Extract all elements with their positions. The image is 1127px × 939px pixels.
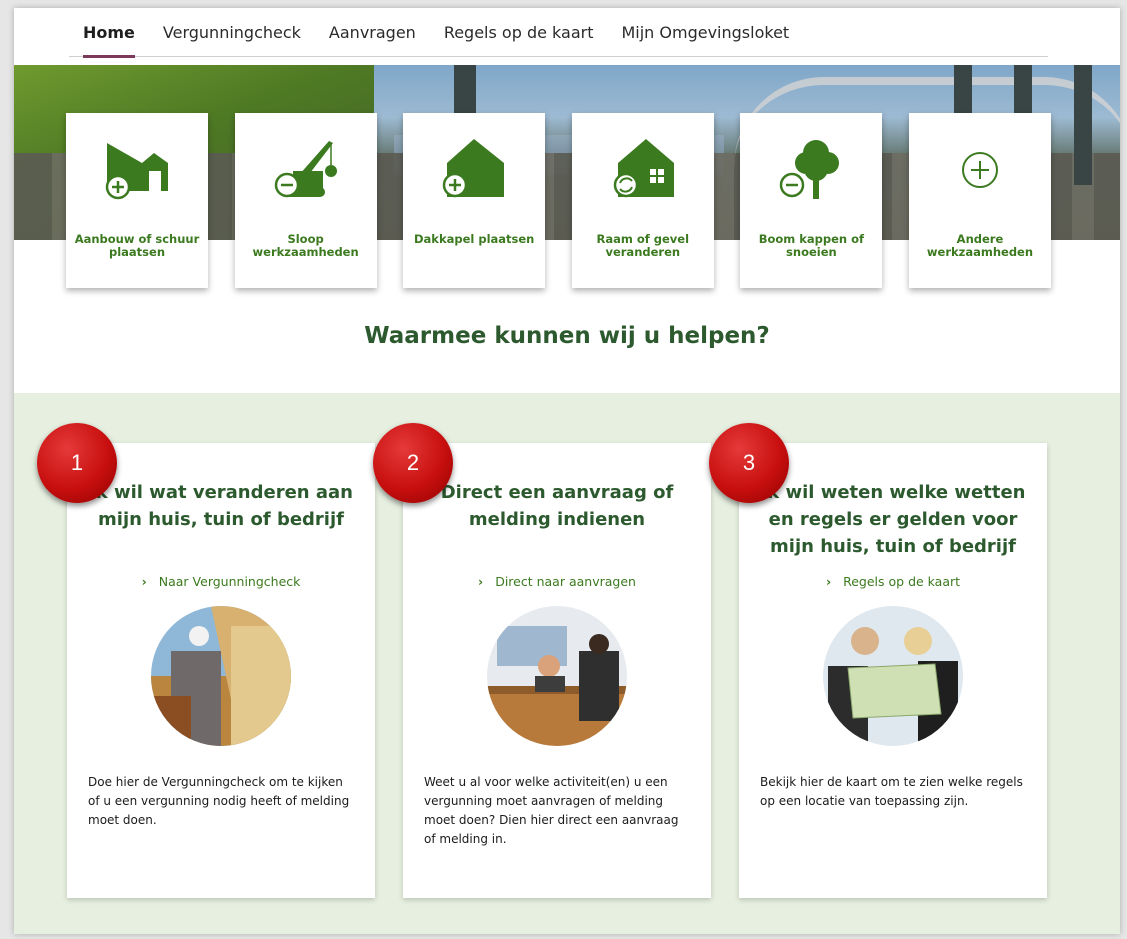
desk-counter-photo	[487, 606, 627, 746]
step-badge: 2	[373, 423, 453, 503]
nav-vergunningcheck[interactable]: Vergunningcheck	[163, 8, 301, 57]
card-title: Ik wil weten welke wetten en regels er g…	[760, 482, 1026, 557]
step-badge: 1	[37, 423, 117, 503]
tile-label: Raam of gevel veranderen	[596, 232, 690, 259]
tile-label: Boom kappen of snoeien	[758, 232, 865, 259]
chevron-right-icon: ›	[825, 574, 832, 589]
tile-label: Andere werkzaamheden	[926, 232, 1034, 259]
crane-remove-icon	[274, 141, 337, 198]
people-map-photo	[823, 606, 963, 746]
card-link[interactable]: › Direct naar aanvragen	[403, 574, 711, 589]
nav-home[interactable]: Home	[83, 8, 135, 58]
tile-dakkapel[interactable]: Dakkapel plaatsen	[403, 113, 546, 288]
activity-tiles: Aanbouw of schuur plaatsen Sloop werkzaa…	[66, 113, 1051, 293]
chevron-right-icon: ›	[478, 574, 484, 589]
card-link-label: Naar Vergunningcheck	[158, 574, 301, 589]
card-link-label: Direct naar aanvragen	[495, 574, 636, 589]
step-badge: 3	[709, 423, 789, 503]
chevron-right-icon: ›	[141, 574, 147, 589]
plus-circle-icon	[961, 152, 998, 188]
nav-aanvragen[interactable]: Aanvragen	[329, 8, 416, 57]
options-section: Ik wil wat veranderen aan mijn huis, tui…	[14, 393, 1120, 934]
card-text: Weet u al voor welke activiteit(en) u ee…	[424, 775, 679, 846]
card-link-label: Regels op de kaart	[843, 574, 961, 589]
card-photo	[823, 606, 963, 746]
card-title: Direct een aanvraag of melding indienen	[440, 482, 674, 530]
extension-house-add-icon	[105, 143, 168, 200]
tile-sloop[interactable]: Sloop werkzaamheden	[234, 113, 377, 288]
help-title: Waarmee kunnen wij u helpen?	[364, 323, 770, 349]
page-frame: Home Vergunningcheck Aanvragen Regels op…	[14, 8, 1120, 934]
tile-andere[interactable]: Andere werkzaamheden	[908, 113, 1051, 288]
tile-boom[interactable]: Boom kappen of snoeien	[740, 113, 883, 288]
card-vergunningcheck: Ik wil wat veranderen aan mijn huis, tui…	[37, 423, 375, 898]
card-title: Ik wil wat veranderen aan mijn huis, tui…	[89, 482, 353, 530]
house-window-change-icon	[613, 139, 674, 198]
card-link[interactable]: › Regels op de kaart	[739, 574, 1047, 589]
card-aanvragen: Direct een aanvraag of melding indienen …	[373, 423, 711, 898]
tile-aanbouw[interactable]: Aanbouw of schuur plaatsen	[66, 113, 208, 288]
tile-label: Dakkapel plaatsen	[414, 232, 535, 246]
card-link[interactable]: › Naar Vergunningcheck	[67, 574, 375, 589]
house-dormer-add-icon	[442, 139, 505, 198]
hero-pole	[1074, 65, 1092, 185]
card-photo	[151, 606, 291, 746]
card-text: Bekijk hier de kaart om te zien welke re…	[760, 775, 1023, 808]
nav-regels-op-de-kaart[interactable]: Regels op de kaart	[444, 8, 594, 57]
nav-mijn-omgevingsloket[interactable]: Mijn Omgevingsloket	[621, 8, 789, 57]
main-nav: Home Vergunningcheck Aanvragen Regels op…	[69, 8, 1048, 58]
tile-label: Sloop werkzaamheden	[252, 232, 359, 259]
construction-workers-photo	[151, 606, 291, 746]
card-text: Doe hier de Vergunningcheck om te kijken…	[88, 775, 350, 827]
tile-label: Aanbouw of schuur plaatsen	[74, 232, 200, 259]
card-photo	[487, 606, 627, 746]
card-regels-op-de-kaart: Ik wil weten welke wetten en regels er g…	[709, 423, 1047, 898]
tile-raam-gevel[interactable]: Raam of gevel veranderen	[571, 113, 714, 288]
tree-remove-icon	[780, 140, 840, 199]
